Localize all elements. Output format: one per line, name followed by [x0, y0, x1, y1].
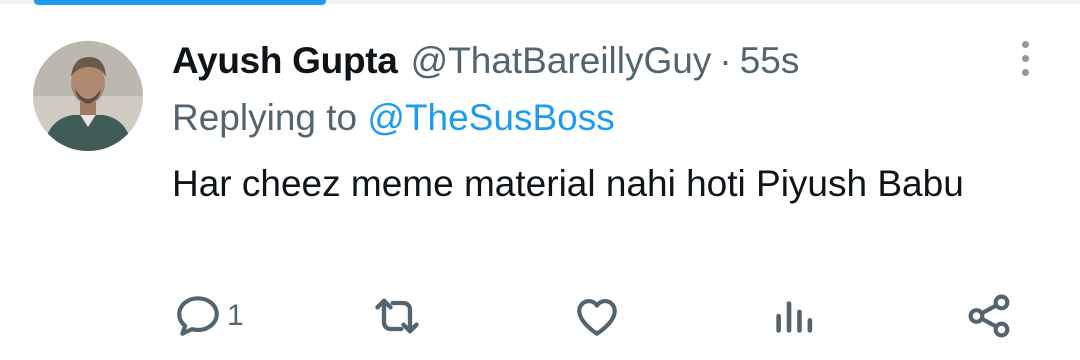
reply-icon: [173, 291, 223, 341]
active-tab-indicator: [34, 0, 326, 5]
replying-handle-link[interactable]: @TheSusBoss: [367, 97, 614, 138]
more-dot: [1021, 54, 1029, 62]
author-name[interactable]: Ayush Gupta: [172, 38, 398, 84]
views-icon: [768, 291, 818, 341]
more-dot: [1021, 40, 1029, 48]
timestamp[interactable]: 55s: [740, 38, 800, 84]
reply-count: 1: [227, 299, 244, 332]
separator-dot: ·: [719, 40, 732, 81]
share-button[interactable]: [964, 288, 1014, 344]
action-bar: 1: [0, 288, 1080, 344]
tweet-text: Har cheez meme material nahi hoti Piyush…: [172, 163, 964, 204]
share-icon: [964, 291, 1014, 341]
more-icon[interactable]: [1006, 38, 1044, 78]
avatar[interactable]: [33, 41, 143, 151]
views-button[interactable]: [768, 288, 818, 344]
retweet-button[interactable]: [371, 288, 423, 344]
tweet-header: Ayush Gupta @ThatBareillyGuy · 55s: [172, 38, 799, 84]
replying-prefix: Replying to: [172, 97, 358, 138]
more-dot: [1021, 68, 1029, 76]
retweet-icon: [371, 290, 423, 342]
replying-to: Replying to @TheSusBoss: [172, 95, 615, 141]
reply-button[interactable]: 1: [173, 288, 244, 344]
author-handle[interactable]: @ThatBareillyGuy: [411, 38, 712, 84]
like-icon: [572, 291, 622, 341]
like-button[interactable]: [572, 288, 622, 344]
tweet-card[interactable]: Ayush Gupta @ThatBareillyGuy · 55s Reply…: [0, 0, 1080, 360]
